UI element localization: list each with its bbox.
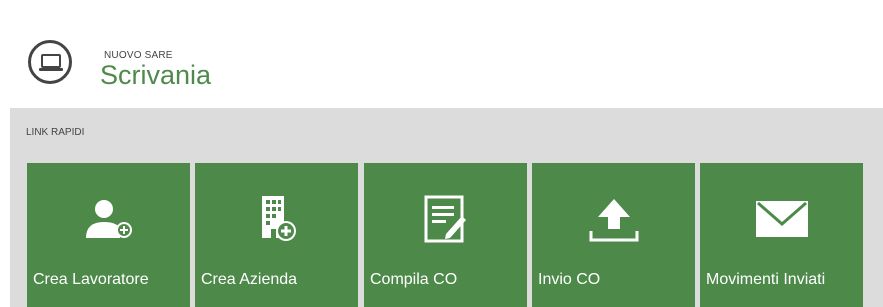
tile-label: Invio CO (538, 271, 601, 288)
tile-label: Movimenti Inviati (706, 271, 826, 288)
page-header: NUOVO SARE Scrivania (10, 0, 883, 108)
tile-label: Crea Azienda (201, 271, 298, 288)
tile-label: Crea Lavoratore (33, 271, 149, 288)
tile-invio-co[interactable]: Invio CO (532, 163, 695, 307)
edit-document-icon (364, 193, 527, 245)
upload-icon (532, 193, 695, 245)
tile-crea-azienda[interactable]: Crea Azienda (195, 163, 358, 307)
left-strip (0, 0, 10, 307)
add-building-icon (195, 193, 358, 245)
tile-compila-co[interactable]: Compila CO (364, 163, 527, 307)
section-label: LINK RAPIDI (26, 127, 85, 138)
page-title: Scrivania (100, 60, 212, 90)
add-user-icon (27, 193, 190, 245)
tile-crea-lavoratore[interactable]: Crea Lavoratore (27, 163, 190, 307)
tile-label: Compila CO (370, 271, 458, 288)
tile-movimenti-inviati[interactable]: Movimenti Inviati (700, 163, 863, 307)
laptop-icon (28, 40, 72, 84)
quick-links-panel: LINK RAPIDI Crea Lavoratore Crea Azienda… (10, 108, 883, 307)
envelope-icon (700, 193, 863, 245)
